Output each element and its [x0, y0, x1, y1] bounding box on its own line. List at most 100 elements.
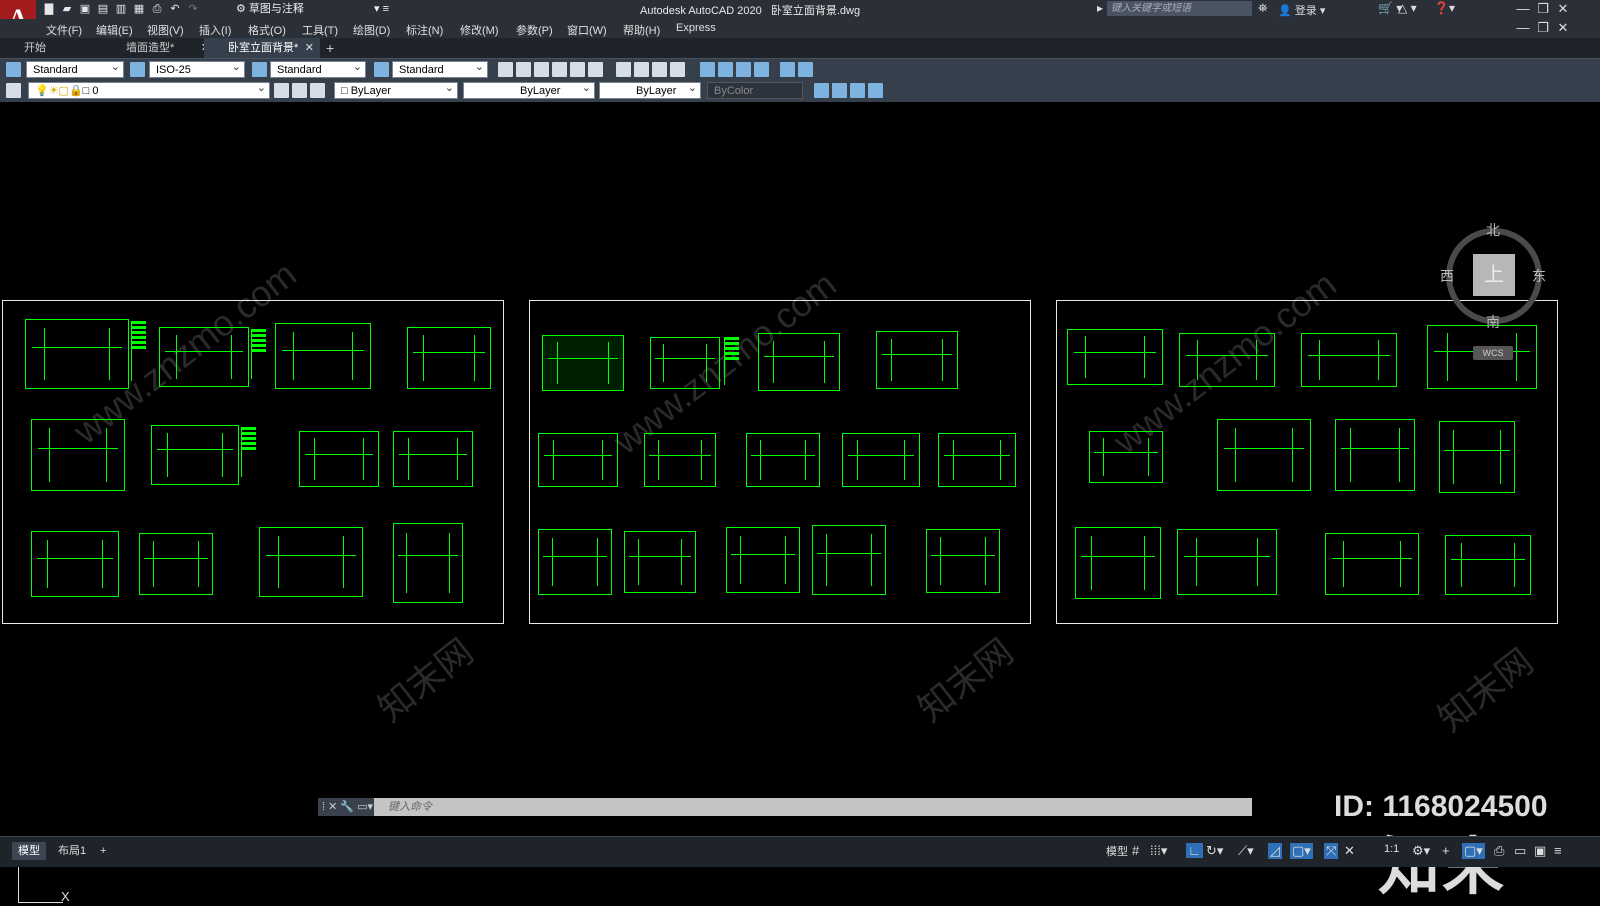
open-web-icon[interactable]: ▥ — [114, 3, 128, 16]
layer-previous-icon[interactable] — [292, 83, 307, 98]
view-tool-icon[interactable] — [814, 83, 829, 98]
elevation-drawing[interactable] — [1325, 533, 1419, 595]
new-file-icon[interactable]: ▇ — [42, 3, 56, 16]
doc-minimize-icon[interactable]: — — [1513, 19, 1533, 37]
menu-tools[interactable]: 工具(T) — [302, 22, 338, 38]
viewcube-south[interactable]: 南 — [1486, 312, 1500, 332]
search-input[interactable]: 键入关键字或短语 — [1107, 1, 1252, 16]
elevation-drawing[interactable] — [758, 333, 840, 391]
menu-view[interactable]: 视图(V) — [147, 22, 184, 38]
mleader-style-icon[interactable] — [374, 62, 389, 77]
color-select[interactable]: □ ByLayer — [334, 80, 458, 99]
menu-help[interactable]: 帮助(H) — [623, 22, 660, 38]
elevation-drawing[interactable] — [1439, 421, 1515, 493]
binoculars-icon[interactable]: ⛯ — [1258, 1, 1268, 16]
elevation-drawing[interactable] — [393, 523, 463, 603]
redo-icon[interactable]: ↷ — [186, 3, 200, 16]
wcs-menu[interactable]: WCS — [1473, 346, 1513, 360]
tab-close-icon[interactable]: ✕ — [305, 38, 314, 58]
doc-restore-icon[interactable]: ❐ — [1533, 19, 1553, 37]
annotation-scale[interactable]: 1:1 — [1384, 843, 1399, 855]
elevation-drawing[interactable] — [644, 433, 716, 487]
drawing-canvas[interactable]: www.znzmo.com www.znzmo.com www.znzmo.co… — [0, 102, 1600, 904]
viewcube-top-face[interactable]: 上 — [1473, 254, 1515, 296]
make-current-layer-icon[interactable] — [274, 83, 289, 98]
undo-icon[interactable]: ↶ — [168, 3, 182, 16]
menu-express[interactable]: Express — [676, 22, 716, 34]
elevation-drawing[interactable] — [393, 431, 473, 487]
annotation-visibility-icon[interactable]: ⤧ — [1324, 843, 1339, 859]
viewcube-north[interactable]: 北 — [1486, 220, 1500, 240]
layer-tool-icon[interactable] — [652, 62, 667, 77]
tab-bedroom-elevation[interactable]: 卧室立面背景* ✕ — [204, 38, 320, 58]
workspace-gear-icon[interactable]: ⚙▾ — [1412, 843, 1430, 859]
isolate-objects-icon[interactable]: ▭ — [1514, 843, 1526, 859]
elevation-drawing[interactable] — [926, 529, 1000, 593]
layer-manager-icon[interactable] — [6, 83, 21, 98]
workspace-selector[interactable]: ⚙ 草图与注释 ▾ ≡ — [236, 1, 391, 17]
elevation-drawing[interactable] — [1179, 333, 1275, 387]
elevation-drawing[interactable] — [1335, 419, 1415, 491]
view-tool-icon[interactable] — [850, 83, 865, 98]
elevation-drawing[interactable] — [1301, 333, 1397, 387]
elevation-drawing[interactable] — [25, 319, 129, 389]
plot-icon[interactable]: ⎙ — [150, 3, 164, 16]
lineweight-select[interactable]: ByLayer — [599, 80, 701, 99]
dim-style-icon[interactable] — [130, 62, 145, 77]
units-icon[interactable]: ▢▾ — [1462, 843, 1485, 859]
layer-tool-icon[interactable] — [670, 62, 685, 77]
snap-icon[interactable]: ⁞⁞⁞▾ — [1150, 843, 1167, 859]
command-line[interactable]: ⁞ ✕ 🔧 ▭▾ 键入命令 — [318, 798, 1252, 816]
layout-tab-layout1[interactable]: 布局1 — [52, 842, 92, 860]
plotstyle-select[interactable]: ByColor — [707, 80, 803, 99]
elevation-drawing[interactable] — [726, 527, 800, 593]
layer-tool-icon[interactable] — [588, 62, 603, 77]
layer-tool-icon[interactable] — [534, 62, 549, 77]
save-as-icon[interactable]: ▤ — [96, 3, 110, 16]
help-icon[interactable]: ❓▾ — [1434, 1, 1455, 15]
drawing-sheet-1[interactable] — [2, 300, 504, 624]
isodraft-icon[interactable]: ⟋▾ — [1238, 843, 1254, 859]
layer-tool-icon[interactable] — [616, 62, 631, 77]
elevation-drawing[interactable] — [938, 433, 1016, 487]
clean-screen-icon[interactable]: ▣ — [1534, 843, 1546, 859]
elevation-drawing[interactable] — [746, 433, 820, 487]
menu-file[interactable]: 文件(F) — [46, 22, 82, 38]
save-icon[interactable]: ▣ — [78, 3, 92, 16]
menu-dimension[interactable]: 标注(N) — [406, 22, 443, 38]
tab-wall-design[interactable]: 墙面造型*✕ — [102, 38, 216, 58]
elevation-drawing[interactable] — [151, 425, 239, 485]
grid-icon[interactable]: # — [1132, 843, 1139, 858]
table-style-select[interactable]: Standard — [270, 59, 366, 78]
elevation-drawing[interactable] — [538, 529, 612, 595]
elevation-drawing[interactable] — [1075, 527, 1161, 599]
elevation-drawing[interactable] — [1067, 329, 1163, 385]
elevation-drawing[interactable] — [842, 433, 920, 487]
elevation-drawing[interactable] — [407, 327, 491, 389]
viewport-tool-icon[interactable] — [736, 62, 751, 77]
viewport-tool-icon[interactable] — [700, 62, 715, 77]
doc-close-icon[interactable]: ✕ — [1553, 19, 1573, 37]
menu-format[interactable]: 格式(O) — [248, 22, 286, 38]
restore-icon[interactable]: ❐ — [1533, 0, 1553, 18]
layer-select[interactable]: 💡☀▢🔒□ 0 — [28, 80, 270, 99]
mleader-style-select[interactable]: Standard — [392, 59, 488, 78]
elevation-drawing[interactable] — [259, 527, 363, 597]
layout-tab-model[interactable]: 模型 — [12, 842, 46, 860]
table-style-icon[interactable] — [252, 62, 267, 77]
viewcube-west[interactable]: 西 — [1440, 266, 1454, 286]
layer-tool-icon[interactable] — [516, 62, 531, 77]
elevation-drawing[interactable] — [139, 533, 213, 595]
layer-tool-icon[interactable] — [634, 62, 649, 77]
text-style-select[interactable]: Standard — [26, 59, 124, 78]
ortho-icon[interactable]: ∟ — [1186, 843, 1203, 858]
annotation-monitor-icon[interactable]: + — [1442, 843, 1450, 858]
login-button[interactable]: 👤 登录 ▾ — [1278, 2, 1325, 18]
elevation-drawing[interactable] — [538, 433, 618, 487]
elevation-drawing[interactable] — [624, 531, 696, 593]
elevation-drawing[interactable] — [1089, 431, 1163, 483]
save-web-icon[interactable]: ▦ — [132, 3, 146, 16]
menu-draw[interactable]: 绘图(D) — [353, 22, 390, 38]
open-file-icon[interactable]: ▰ — [60, 3, 74, 16]
elevation-drawing[interactable] — [159, 327, 249, 387]
